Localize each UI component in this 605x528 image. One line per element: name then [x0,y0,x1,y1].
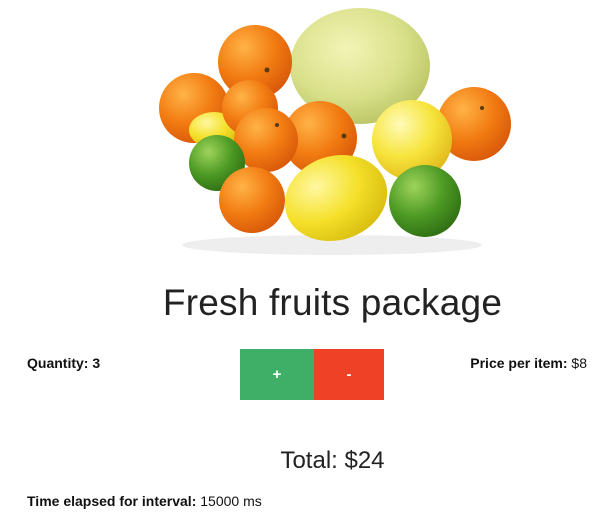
page: Fresh fruits package Quantity: 3 + - Pri… [0,0,605,528]
timer-label: Time elapsed for interval: [27,493,197,509]
price-per-item: Price per item: $8 [470,355,587,371]
interval-timer: Time elapsed for interval: 15000 ms [27,493,262,509]
product-image [122,0,543,262]
fruit-illustration [159,8,511,255]
total-price: Total: $24 [280,447,385,474]
price-label: Price per item: [470,355,568,371]
quantity-label: Quantity: [27,355,89,371]
product-title: Fresh fruits package [162,282,503,323]
price-value: $8 [571,355,587,371]
quantity-display: Quantity: 3 [27,355,100,371]
lime-fruit [389,165,461,237]
tangerine-fruit [219,167,285,233]
quantity-controls-row: Quantity: 3 + - Price per item: $8 [0,349,605,400]
increment-button[interactable]: + [240,349,314,400]
timer-value: 15000 ms [200,493,262,509]
decrement-button[interactable]: - [314,349,384,400]
quantity-value: 3 [92,355,101,371]
